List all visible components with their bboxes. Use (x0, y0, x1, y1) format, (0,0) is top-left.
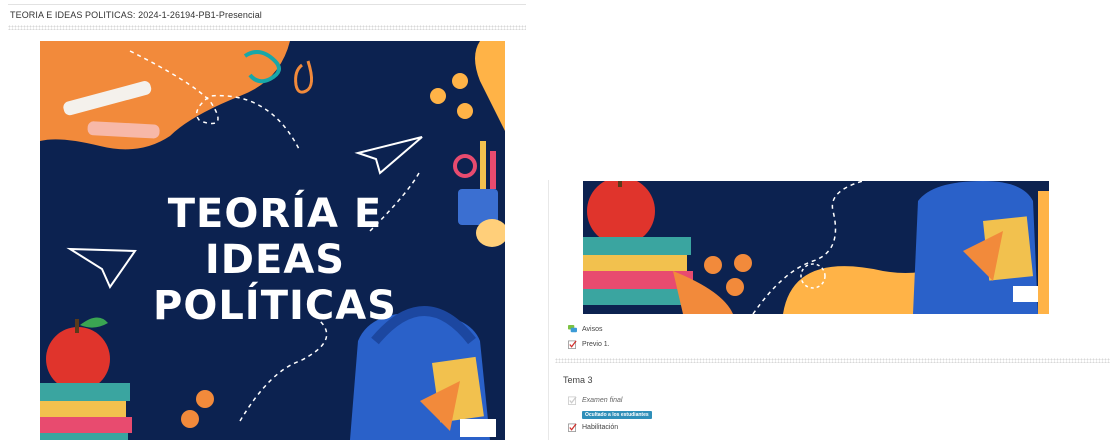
poster-title-line2: IDEAS (204, 237, 346, 283)
hidden-from-students-badge: Ocultado a los estudiantes (582, 411, 652, 419)
forum-icon (568, 325, 577, 333)
poster-title-line3: POLÍTICAS (153, 283, 397, 329)
top-divider (8, 4, 526, 5)
banner-illustration (583, 181, 1049, 314)
section-banner-image (583, 181, 1049, 314)
course-page: TEORIA E IDEAS POLITICAS: 2024-1-26194-P… (0, 0, 1110, 440)
activity-previo-1[interactable]: Previo 1. (568, 340, 610, 349)
activity-avisos[interactable]: Avisos (568, 325, 603, 334)
quiz-icon (568, 396, 577, 405)
poster-title: TEORÍA E IDEAS POLÍTICAS (110, 191, 440, 329)
activity-habilitacion[interactable]: Habilitación (568, 423, 618, 432)
dotted-divider (8, 25, 526, 30)
section-title-tema-3: Tema 3 (563, 375, 593, 385)
activity-previo-1-label[interactable]: Previo 1. (582, 341, 610, 348)
quiz-icon (568, 340, 577, 349)
column-divider (548, 180, 549, 440)
quiz-icon (568, 423, 577, 432)
course-poster-image: TEORÍA E IDEAS POLÍTICAS (40, 41, 505, 440)
activity-habilitacion-label[interactable]: Habilitación (582, 424, 618, 431)
section-divider (555, 358, 1110, 363)
course-title: TEORIA E IDEAS POLITICAS: 2024-1-26194-P… (10, 10, 262, 20)
poster-title-line1: TEORÍA E (167, 191, 383, 237)
activity-examen-final-label[interactable]: Examen final (582, 397, 622, 404)
activity-avisos-label[interactable]: Avisos (582, 326, 603, 333)
activity-examen-final[interactable]: Examen final (568, 396, 622, 405)
